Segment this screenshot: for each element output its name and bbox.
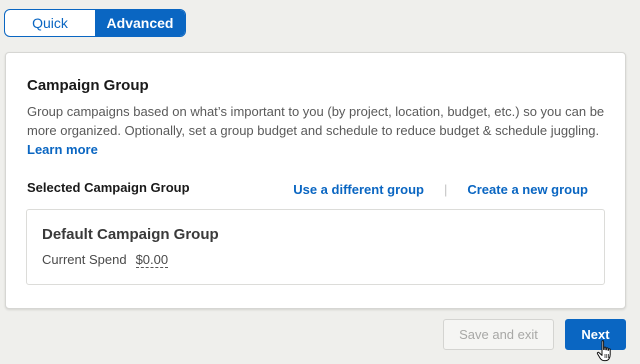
save-and-exit-button[interactable]: Save and exit: [443, 319, 554, 350]
learn-more-link[interactable]: Learn more: [27, 142, 98, 157]
selected-group-name: Default Campaign Group: [42, 226, 219, 243]
selected-group-card: Default Campaign Group Current Spend $0.…: [26, 209, 605, 285]
link-separator: |: [443, 182, 448, 197]
current-spend-label: Current Spend: [42, 252, 127, 267]
advanced-tab[interactable]: Advanced: [95, 10, 185, 36]
create-new-group-link[interactable]: Create a new group: [467, 182, 588, 197]
campaign-group-description: Group campaigns based on what’s importan…: [27, 102, 612, 159]
current-spend-row: Current Spend $0.00: [42, 252, 169, 268]
description-text: Group campaigns based on what’s importan…: [27, 104, 605, 138]
use-different-group-link[interactable]: Use a different group: [293, 182, 424, 197]
campaign-group-title: Campaign Group: [27, 77, 149, 94]
campaign-group-card: Campaign Group Group campaigns based on …: [5, 52, 626, 309]
mode-toggle: Quick Advanced: [4, 9, 186, 37]
quick-tab[interactable]: Quick: [5, 10, 95, 36]
group-links: Use a different group | Create a new gro…: [293, 182, 588, 197]
current-spend-value[interactable]: $0.00: [135, 252, 169, 268]
hand-pointer-icon: [596, 340, 611, 362]
selected-group-label: Selected Campaign Group: [27, 180, 190, 195]
